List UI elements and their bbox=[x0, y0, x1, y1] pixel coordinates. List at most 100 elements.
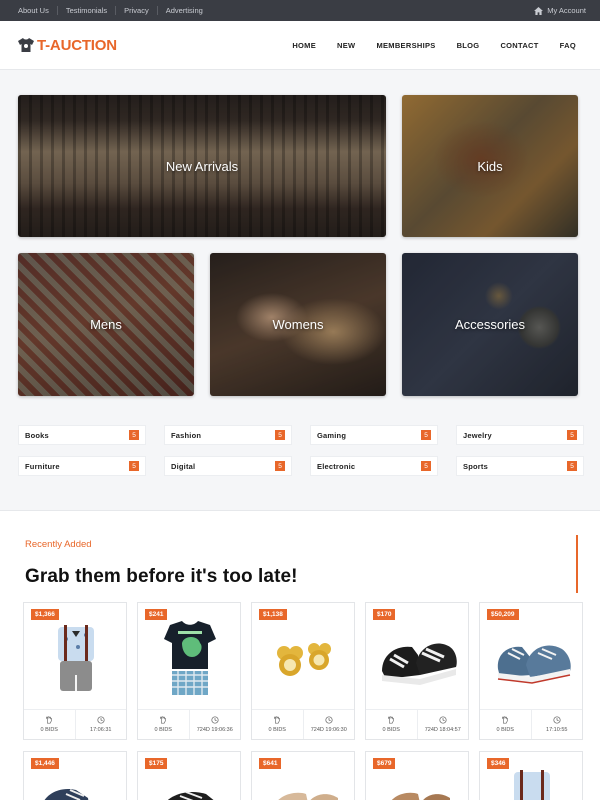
bids-cell: 0 BIDS bbox=[252, 710, 303, 739]
bids-cell: 0 BIDS bbox=[24, 710, 75, 739]
category-name: Gaming bbox=[317, 430, 347, 440]
category-count-badge: 5 bbox=[567, 461, 577, 471]
tile-mens[interactable]: Mens bbox=[18, 253, 194, 396]
card-footer: 0 BIDS 17:10:55 bbox=[480, 709, 582, 739]
my-account-label: My Account bbox=[547, 6, 586, 15]
product-card[interactable]: $170 0 BIDS 724D 18:04:57 bbox=[365, 602, 469, 740]
about-us-link[interactable]: About Us bbox=[18, 6, 57, 15]
time-remaining: 724D 19:06:30 bbox=[310, 727, 347, 733]
site-logo[interactable]: T-AUCTION bbox=[18, 37, 117, 54]
category-jewelry[interactable]: Jewelry 5 bbox=[456, 425, 584, 445]
category-count-badge: 5 bbox=[129, 461, 139, 471]
product-card[interactable]: $175 bbox=[137, 751, 241, 800]
advertising-link[interactable]: Advertising bbox=[156, 6, 211, 15]
product-card[interactable]: $346 bbox=[479, 751, 583, 800]
price-badge: $679 bbox=[373, 758, 396, 769]
tile-womens[interactable]: Womens bbox=[210, 253, 386, 396]
sneaker-image bbox=[44, 789, 89, 800]
bids-count: 0 BIDS bbox=[496, 727, 514, 733]
time-cell: 724D 19:06:36 bbox=[188, 710, 241, 739]
nav-faq[interactable]: FAQ bbox=[560, 41, 576, 50]
tile-kids[interactable]: Kids bbox=[402, 95, 578, 237]
category-name: Fashion bbox=[171, 430, 202, 440]
tile-label: New Arrivals bbox=[165, 158, 239, 174]
card-footer: 0 BIDS 724D 19:06:30 bbox=[252, 709, 354, 739]
product-card[interactable]: $1,366 0 BIDS 17:06:31 bbox=[23, 602, 127, 740]
category-digital[interactable]: Digital 5 bbox=[164, 456, 292, 476]
tile-label: Kids bbox=[477, 158, 503, 174]
home-icon bbox=[534, 6, 544, 15]
nav-home[interactable]: HOME bbox=[292, 41, 316, 50]
accent-divider bbox=[576, 535, 578, 593]
recently-added-section: Recently Added Grab them before it's too… bbox=[0, 510, 600, 800]
price-badge: $1,446 bbox=[31, 758, 59, 769]
category-gaming[interactable]: Gaming 5 bbox=[310, 425, 438, 445]
nav-blog[interactable]: BLOG bbox=[457, 41, 480, 50]
category-sports[interactable]: Sports 5 bbox=[456, 456, 584, 476]
clock-icon bbox=[325, 716, 333, 724]
bids-cell: 0 BIDS bbox=[138, 710, 189, 739]
category-tiles: New Arrivals Kids Mens Womens Accessorie… bbox=[18, 95, 578, 397]
clock-icon bbox=[97, 716, 105, 724]
privacy-link[interactable]: Privacy bbox=[115, 6, 157, 15]
category-electronic[interactable]: Electronic 5 bbox=[310, 456, 438, 476]
hand-icon bbox=[388, 716, 394, 724]
section-headline: Grab them before it's too late! bbox=[25, 566, 298, 587]
bids-count: 0 BIDS bbox=[154, 727, 172, 733]
product-cards-row: $1,366 0 BIDS 17:06:31 $241 0 BIDS 724D … bbox=[23, 602, 583, 740]
product-card[interactable]: $679 bbox=[365, 751, 469, 800]
tile-label: Womens bbox=[272, 317, 324, 332]
time-cell: 17:06:31 bbox=[74, 710, 127, 739]
product-card[interactable]: $50,209 0 BIDS 17:10:55 bbox=[479, 602, 583, 740]
tile-new-arrivals[interactable]: New Arrivals bbox=[18, 95, 386, 237]
category-count-badge: 5 bbox=[275, 461, 285, 471]
category-name: Electronic bbox=[317, 461, 356, 471]
category-furniture[interactable]: Furniture 5 bbox=[18, 456, 146, 476]
hand-icon bbox=[160, 716, 166, 724]
time-remaining: 724D 18:04:57 bbox=[424, 727, 461, 733]
bids-count: 0 BIDS bbox=[382, 727, 400, 733]
product-card[interactable]: $1,446 bbox=[23, 751, 127, 800]
bids-count: 0 BIDS bbox=[268, 727, 286, 733]
nav-memberships[interactable]: MEMBERSHIPS bbox=[376, 41, 435, 50]
time-cell: 724D 19:06:30 bbox=[302, 710, 355, 739]
time-remaining: 17:06:31 bbox=[90, 727, 112, 733]
hand-icon bbox=[46, 716, 52, 724]
baby-outfit-image bbox=[58, 625, 94, 691]
price-badge: $50,209 bbox=[487, 609, 519, 620]
time-cell: 17:10:55 bbox=[530, 710, 583, 739]
nav-contact[interactable]: CONTACT bbox=[500, 41, 538, 50]
clock-icon bbox=[439, 716, 447, 724]
price-badge: $1,138 bbox=[259, 609, 287, 620]
category-name: Books bbox=[25, 430, 49, 440]
category-name: Furniture bbox=[25, 461, 60, 471]
clock-icon bbox=[211, 716, 219, 724]
clock-icon bbox=[553, 716, 561, 724]
price-badge: $170 bbox=[373, 609, 396, 620]
card-footer: 0 BIDS 17:06:31 bbox=[24, 709, 126, 739]
earrings-image bbox=[277, 643, 331, 676]
tshirt-logo-icon bbox=[18, 38, 34, 52]
bids-cell: 0 BIDS bbox=[366, 710, 417, 739]
category-name: Jewelry bbox=[463, 430, 492, 440]
category-count-badge: 5 bbox=[421, 430, 431, 440]
category-books[interactable]: Books 5 bbox=[18, 425, 146, 445]
tile-accessories[interactable]: Accessories bbox=[402, 253, 578, 396]
card-footer: 0 BIDS 724D 19:06:36 bbox=[138, 709, 240, 739]
sandal-image bbox=[278, 792, 338, 800]
price-badge: $175 bbox=[145, 758, 168, 769]
category-count-badge: 5 bbox=[275, 430, 285, 440]
category-fashion[interactable]: Fashion 5 bbox=[164, 425, 292, 445]
product-card[interactable]: $241 0 BIDS 724D 19:06:36 bbox=[137, 602, 241, 740]
hand-icon bbox=[274, 716, 280, 724]
tile-label: Mens bbox=[90, 317, 122, 332]
time-remaining: 724D 19:06:36 bbox=[196, 727, 233, 733]
product-card[interactable]: $641 bbox=[251, 751, 355, 800]
site-header: T-AUCTION HOME NEW MEMBERSHIPS BLOG CONT… bbox=[0, 21, 600, 70]
testimonials-link[interactable]: Testimonials bbox=[56, 6, 115, 15]
my-account-link[interactable]: My Account bbox=[534, 6, 586, 15]
product-card[interactable]: $1,138 0 BIDS 724D 19:06:30 bbox=[251, 602, 355, 740]
nav-new[interactable]: NEW bbox=[337, 41, 355, 50]
sandal-image bbox=[392, 792, 450, 800]
price-badge: $1,366 bbox=[31, 609, 59, 620]
